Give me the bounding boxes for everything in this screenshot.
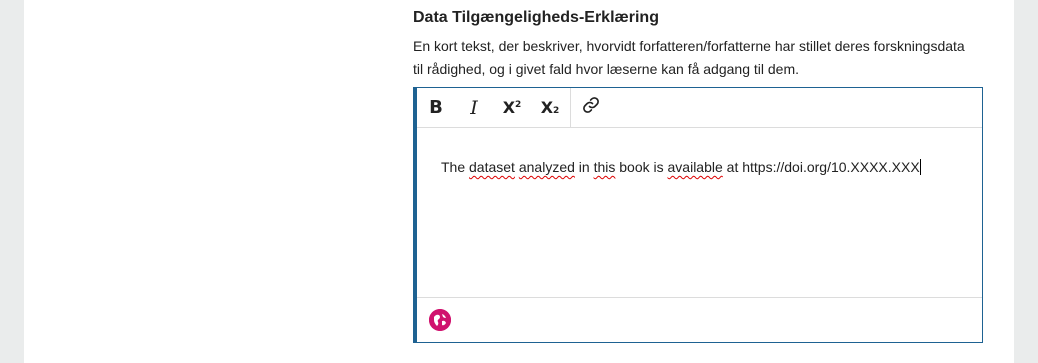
editor-footer	[417, 297, 982, 342]
toolbar-separator	[570, 87, 571, 128]
text-segment: at https://doi.org/10.XXXX.XXX	[722, 159, 920, 175]
rich-text-editor[interactable]: B I X2 X2 The dataset analyzed in this b…	[413, 87, 983, 343]
italic-label: I	[470, 96, 478, 119]
editor-toolbar: B I X2 X2	[417, 87, 982, 128]
italic-button[interactable]: I	[455, 88, 493, 128]
bold-label: B	[429, 97, 443, 118]
subscript-base: X	[540, 98, 554, 117]
link-button[interactable]	[572, 88, 610, 128]
misspelled-word: available	[667, 159, 723, 175]
text-cursor	[919, 159, 921, 175]
misspelled-word: analyzed	[518, 159, 575, 175]
superscript-button[interactable]: X2	[493, 88, 531, 128]
editor-content[interactable]: The dataset analyzed in this book is ava…	[417, 129, 982, 298]
misspelled-word: this	[593, 159, 616, 175]
superscript-base: X	[502, 98, 516, 117]
field-description: En kort tekst, der beskriver, hvorvidt f…	[413, 38, 965, 77]
bold-button[interactable]: B	[417, 88, 455, 128]
subscript-mark: 2	[553, 105, 560, 116]
superscript-mark: 2	[515, 99, 522, 110]
text-segment: book is	[615, 159, 668, 175]
globe-icon[interactable]	[429, 309, 451, 331]
misspelled-word: dataset	[469, 159, 515, 175]
text-segment: in	[574, 159, 594, 175]
subscript-button[interactable]: X2	[531, 88, 569, 128]
field-title: Data Tilgængeligheds-Erklæring	[413, 9, 659, 26]
link-icon	[582, 96, 600, 119]
text-segment: The	[441, 159, 470, 175]
